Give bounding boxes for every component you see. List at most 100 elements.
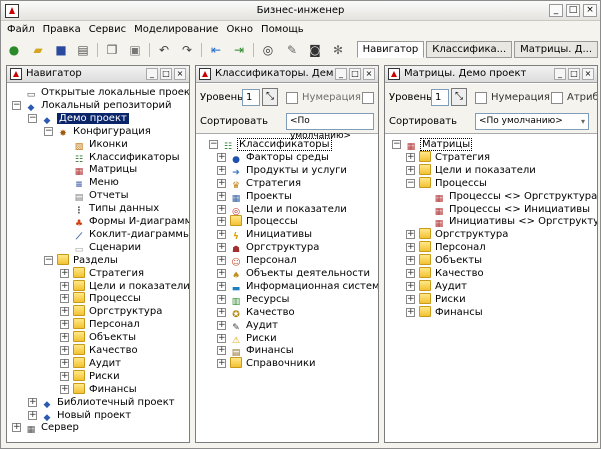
nav-item[interactable]: ◆ Демо проект [41,112,129,126]
expand-toggle-icon[interactable]: + [406,243,415,253]
expand-toggle-icon[interactable]: + [12,423,21,433]
nav-item[interactable]: ⟋ Коклит-диаграммы [73,228,189,242]
expand-toggle-icon[interactable]: − [12,100,21,110]
classifier-item[interactable]: ϟ Инициативы [230,228,312,242]
level-input[interactable]: 1 [242,89,260,106]
expand-toggle-icon[interactable]: − [44,255,53,265]
nav-item[interactable]: Персонал [73,318,140,331]
forward-icon[interactable]: ⇥ [231,42,247,58]
nav-item[interactable]: Аудит [73,356,121,370]
sort-select[interactable]: <По умолчанию> [286,113,374,141]
expand-toggle-icon[interactable]: + [406,256,415,266]
nav-item[interactable]: Стратегия [73,266,144,280]
nav-item[interactable]: ▭ Сценарии [73,241,141,255]
tab-matrices[interactable]: Матрицы. Д... [514,41,598,58]
level-set-icon[interactable]: ⤡ [451,88,467,106]
classifier-item[interactable]: ▬ Информационная система [230,280,378,294]
matrix-item[interactable]: ▦ Процессы <> Оргструктура [433,190,597,204]
matrix-folder[interactable]: Объекты [419,254,482,267]
expand-toggle-icon[interactable]: + [217,320,226,330]
panel-minimize-button[interactable]: _ [146,68,158,80]
classifier-item[interactable]: ➔ Продукты и услуги [230,164,347,178]
minimize-button[interactable]: _ [549,4,563,17]
nav-item[interactable]: Объекты [73,331,136,344]
expand-toggle-icon[interactable]: + [406,152,415,162]
expand-toggle-icon[interactable]: + [60,333,69,343]
expand-toggle-icon[interactable]: + [406,281,415,291]
expand-toggle-icon[interactable]: − [406,178,415,188]
nav-item[interactable]: Процессы [73,292,141,305]
expand-toggle-icon[interactable]: + [217,165,226,175]
settings-icon[interactable]: ✻ [330,42,346,58]
matrix-folder[interactable]: Риски [419,292,466,306]
expand-toggle-icon[interactable]: + [217,243,226,253]
expand-toggle-icon[interactable]: + [217,307,226,317]
expand-toggle-icon[interactable]: + [217,217,226,227]
matrix-folder[interactable]: Процессы [419,176,487,190]
menu-help[interactable]: Помощь [261,22,304,38]
expand-toggle-icon[interactable]: + [217,281,226,291]
copy-icon[interactable]: ❐ [104,42,120,58]
print-icon[interactable]: ▤ [75,42,91,58]
panel-close-button[interactable]: × [363,68,375,80]
expand-toggle-icon[interactable]: + [60,384,69,394]
matrix-folder[interactable]: Аудит [419,279,467,293]
menu-modeling[interactable]: Моделирование [134,22,218,38]
expand-toggle-icon[interactable]: + [406,307,415,317]
tab-classifiers[interactable]: Классифика... [426,41,513,58]
nav-item[interactable]: ✸ Конфигурация [57,125,151,139]
expand-toggle-icon[interactable]: + [217,152,226,162]
nav-item[interactable]: Финансы [73,382,137,396]
panel-close-button[interactable]: × [174,68,186,80]
matrix-folder[interactable]: Цели и показатели [419,163,536,177]
expand-toggle-icon[interactable]: + [28,397,37,407]
numbering-checkbox[interactable] [286,92,298,104]
expand-toggle-icon[interactable]: + [217,333,226,343]
numbering-checkbox[interactable] [475,92,487,104]
redo-icon[interactable]: ↷ [179,42,195,58]
expand-toggle-icon[interactable]: + [60,307,69,317]
nav-item[interactable]: ⋮ Типы данных [73,202,160,216]
panel-minimize-button[interactable]: _ [335,68,347,80]
classifier-item[interactable]: ▥ Ресурсы [230,293,290,307]
classifier-item[interactable]: ✎ Аудит [230,319,278,333]
matrix-item[interactable]: ▦ Инициативы <> Оргструктура [433,215,597,229]
expand-toggle-icon[interactable]: + [217,204,226,214]
matrix-folder[interactable]: Персонал [419,241,486,254]
save-icon[interactable]: ■ [53,42,69,58]
classifier-item[interactable]: ● Факторы среды [230,151,329,165]
matrix-root[interactable]: ▦ Матрицы [405,138,473,152]
matrix-folder[interactable]: Стратегия [419,150,490,164]
attr-checkbox[interactable] [551,92,563,104]
panel-maximize-button[interactable]: □ [568,68,580,80]
expand-toggle-icon[interactable]: − [44,126,53,136]
nav-item[interactable]: ☷ Классификаторы [73,151,180,165]
matrix-folder[interactable]: Качество [419,267,484,280]
nav-item[interactable]: ▦ Матрицы [73,163,137,177]
nav-item[interactable]: ♣ Формы И-диаграмм [73,215,189,229]
nav-item[interactable]: Разделы [57,253,118,267]
expand-toggle-icon[interactable]: + [60,371,69,381]
panel-maximize-button[interactable]: □ [349,68,361,80]
maximize-button[interactable]: □ [566,4,580,17]
matrix-folder[interactable]: Оргструктура [419,228,508,241]
expand-toggle-icon[interactable]: + [60,358,69,368]
panel-close-button[interactable]: × [582,68,594,80]
paste-icon[interactable]: ▣ [127,42,143,58]
undo-icon[interactable]: ↶ [156,42,172,58]
classifier-item[interactable]: ◎ Цели и показатели [230,203,347,217]
classifier-item[interactable]: ▤ Финансы [230,344,294,358]
expand-toggle-icon[interactable]: + [60,346,69,355]
classifier-item[interactable]: ☺ Персонал [230,254,296,268]
tab-navigator[interactable]: Навигатор [356,41,425,58]
nav-item[interactable]: ▭ Открытые локальные проекты [25,86,189,100]
expand-toggle-icon[interactable]: + [217,230,226,240]
nav-item[interactable]: Цели и показатели [73,279,189,293]
nav-item[interactable]: ▤ Отчеты [73,189,129,203]
open-icon[interactable]: ▰ [30,42,46,58]
camera-icon[interactable]: ◙ [307,42,323,58]
matrix-folder[interactable]: Финансы [419,305,483,319]
expand-toggle-icon[interactable]: − [392,140,401,149]
classifier-item[interactable]: ♠ Объекты деятельности [230,267,370,281]
expand-toggle-icon[interactable]: + [406,269,415,278]
